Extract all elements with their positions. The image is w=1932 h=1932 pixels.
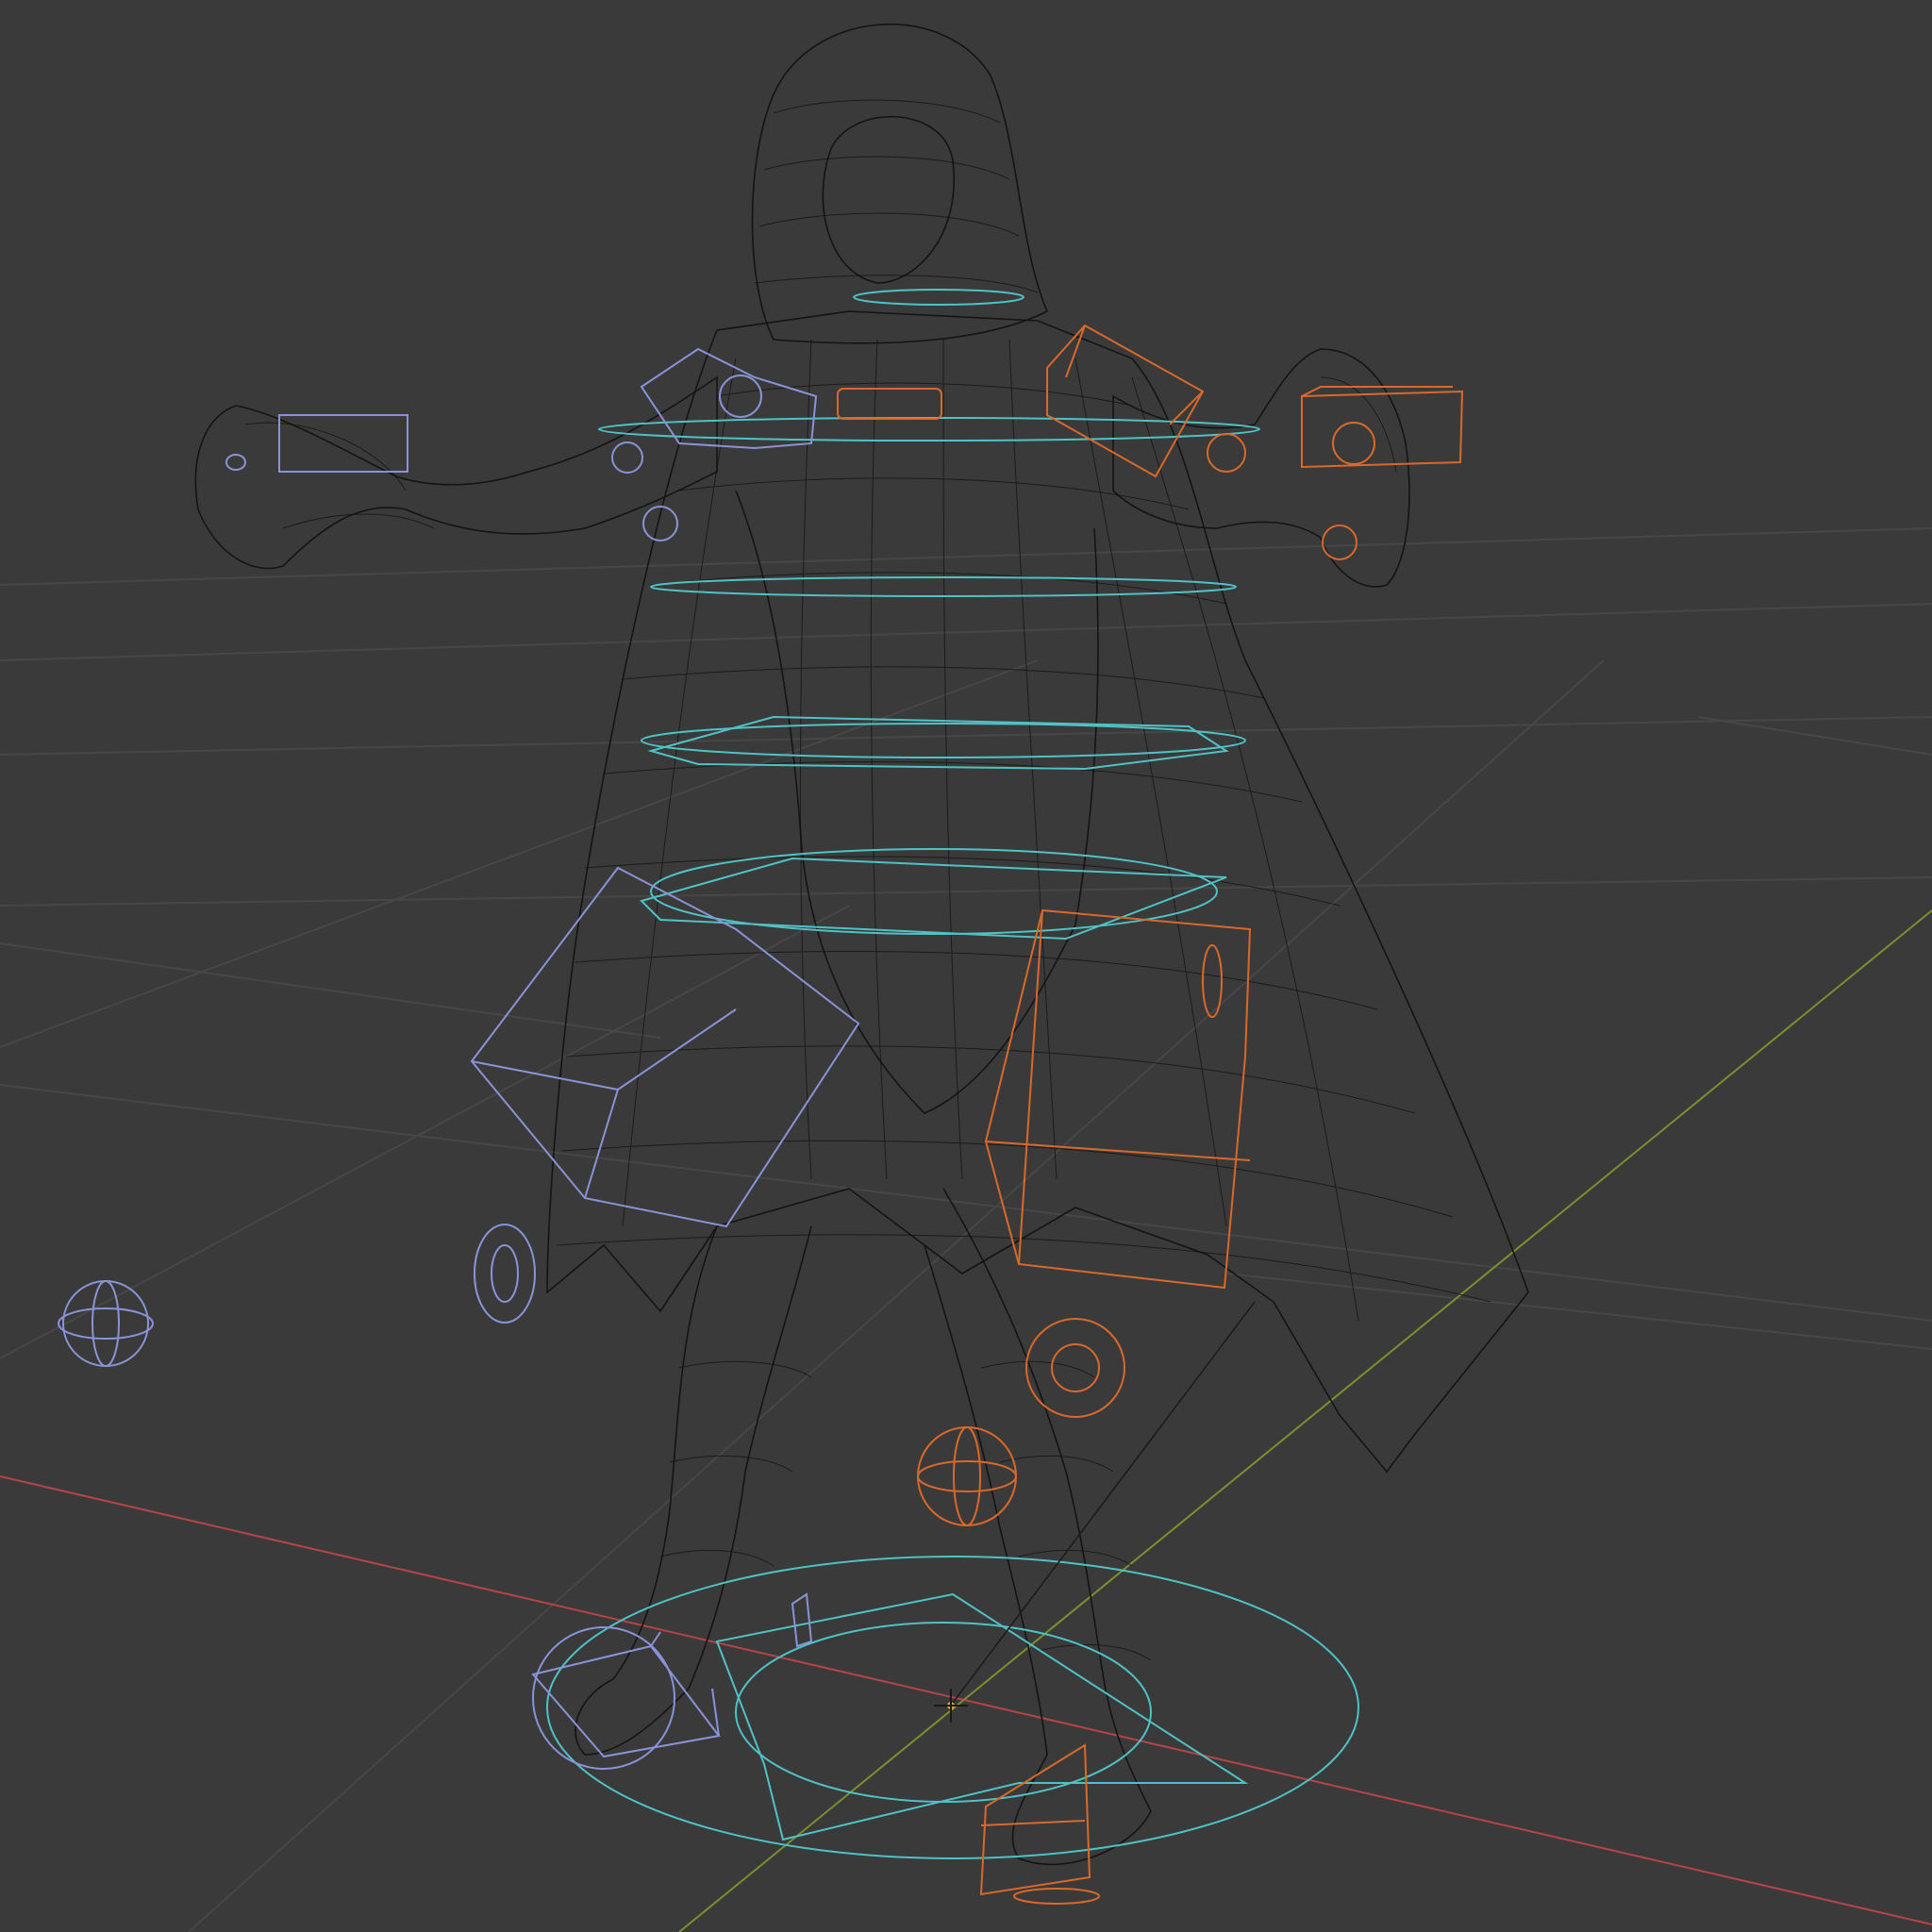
rig-controls-left[interactable] (837, 324, 1464, 1905)
rig-controls-right[interactable] (58, 347, 860, 1770)
floor-grid (0, 527, 1932, 1932)
viewport-canvas[interactable] (0, 0, 1932, 1932)
world-origin-marker (934, 1301, 1256, 1723)
x-axis-line (0, 1475, 1932, 1925)
3d-viewport[interactable] (0, 0, 1932, 1932)
